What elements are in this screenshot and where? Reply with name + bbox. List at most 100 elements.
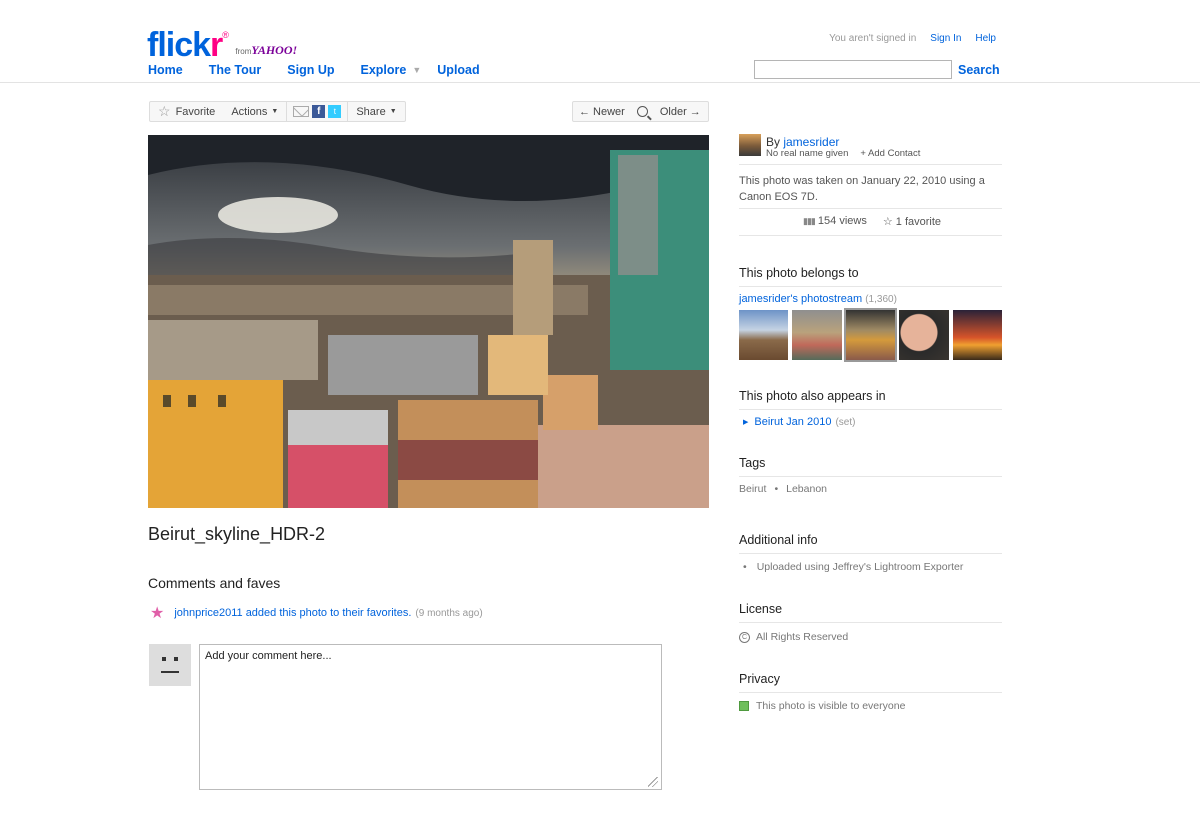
actions-menu-button[interactable]: Actions ▼ xyxy=(223,102,286,121)
additional-info-item: • Uploaded using Jeffrey's Lightroom Exp… xyxy=(739,561,1002,573)
zoom-button[interactable] xyxy=(631,102,654,121)
photo-toolbar: ☆ Favorite Actions ▼ f t Share ▼ xyxy=(149,101,406,122)
favorites-stat: ☆ 1 favorite xyxy=(882,216,942,228)
owner-link[interactable]: jamesrider xyxy=(783,135,839,149)
tags-heading: Tags xyxy=(739,456,766,470)
fave-text-link[interactable]: johnprice2011 added this photo to their … xyxy=(174,607,411,619)
email-icon[interactable] xyxy=(293,106,310,117)
actions-label: Actions xyxy=(231,105,268,118)
bar-chart-icon: ▮▮▮ xyxy=(803,216,816,226)
nav-home[interactable]: Home xyxy=(148,63,183,77)
real-name-note: No real name given xyxy=(766,148,849,159)
divider xyxy=(739,692,1002,693)
twitter-icon[interactable]: t xyxy=(328,105,342,118)
divider xyxy=(739,235,1002,236)
owner-sub: No real name given + Add Contact xyxy=(766,148,920,159)
older-button[interactable]: Older → xyxy=(654,102,707,121)
sign-in-link[interactable]: Sign In xyxy=(930,33,961,44)
divider xyxy=(739,553,1002,554)
privacy-text: This photo is visible to everyone xyxy=(756,700,906,712)
nav-explore[interactable]: Explore xyxy=(361,63,407,77)
photostream-row: jamesrider's photostream (1,360) xyxy=(739,293,1002,305)
license-text[interactable]: All Rights Reserved xyxy=(756,631,848,643)
thumbnail-selected[interactable] xyxy=(843,308,898,362)
search-button[interactable]: Search xyxy=(958,63,1000,77)
photostream-thumbnails xyxy=(739,308,1003,362)
bullet-icon: • xyxy=(743,561,747,573)
fave-timestamp: (9 months ago) xyxy=(415,607,483,619)
additional-info-text: Uploaded using Jeffrey's Lightroom Expor… xyxy=(756,561,964,573)
zoom-icon xyxy=(636,106,648,117)
star-icon: ★ xyxy=(150,605,165,622)
favorite-button[interactable]: ☆ Favorite xyxy=(150,102,223,121)
main-nav: Home The Tour Sign Up Explore ▼ Upload xyxy=(148,63,506,77)
divider xyxy=(739,208,1002,209)
explore-dropdown-icon[interactable]: ▼ xyxy=(412,65,421,75)
main-photo[interactable] xyxy=(148,135,709,508)
triangle-right-icon: ▶ xyxy=(743,419,749,426)
nav-sign-up[interactable]: Sign Up xyxy=(287,63,334,77)
divider xyxy=(739,286,1002,287)
thumbnail[interactable] xyxy=(739,310,789,360)
belongs-heading: This photo belongs to xyxy=(739,266,859,280)
share-menu-button[interactable]: Share ▼ xyxy=(348,102,404,121)
photo-pager: ← Newer Older → xyxy=(572,101,709,122)
fave-activity: ★ johnprice2011 added this photo to thei… xyxy=(150,603,483,623)
nav-upload[interactable]: Upload xyxy=(437,63,479,77)
owner-avatar[interactable] xyxy=(739,134,761,156)
tag-list: Beirut • Lebanon xyxy=(739,483,1002,495)
license-row: C All Rights Reserved xyxy=(739,631,1002,643)
search-input[interactable] xyxy=(754,60,952,79)
photostream-link[interactable]: jamesrider's photostream xyxy=(739,293,862,305)
copyright-icon: C xyxy=(739,631,750,643)
thumbnail[interactable] xyxy=(792,310,842,360)
thumbnail[interactable] xyxy=(899,310,949,360)
privacy-row: This photo is visible to everyone xyxy=(739,700,1002,712)
tag-separator: • xyxy=(774,483,779,495)
set-row: ▶ Beirut Jan 2010 (set) xyxy=(739,416,1002,428)
add-contact-link[interactable]: + Add Contact xyxy=(860,148,920,159)
divider xyxy=(739,476,1002,477)
set-link[interactable]: Beirut Jan 2010 xyxy=(754,416,831,428)
appears-heading: This photo also appears in xyxy=(739,389,886,403)
resize-grip-icon[interactable] xyxy=(648,777,658,787)
tag-item[interactable]: Lebanon xyxy=(786,483,827,495)
set-meta: (set) xyxy=(835,416,856,428)
flickr-logo[interactable]: flickr® fromYAHOO! xyxy=(147,26,298,64)
star-outline-icon: ☆ xyxy=(158,103,171,119)
caret-down-icon: ▼ xyxy=(271,108,279,115)
privacy-heading: Privacy xyxy=(739,672,780,686)
views-stat: ▮▮▮ 154 views xyxy=(803,215,867,227)
facebook-icon[interactable]: f xyxy=(312,105,326,118)
help-link[interactable]: Help xyxy=(975,33,996,44)
signed-status: You aren't signed in xyxy=(829,33,917,44)
logo-from: from xyxy=(235,47,252,56)
share-label: Share xyxy=(356,105,386,118)
owner-byline: By jamesrider xyxy=(766,135,840,149)
tag-item[interactable]: Beirut xyxy=(739,483,766,495)
nav-the-tour[interactable]: The Tour xyxy=(209,63,262,77)
thumbnail[interactable] xyxy=(952,310,1003,360)
account-links: You aren't signed in Sign In Help xyxy=(829,33,996,44)
comments-heading: Comments and faves xyxy=(148,575,281,591)
photo-stats: ▮▮▮ 154 views ☆ 1 favorite xyxy=(739,215,1002,228)
public-privacy-icon xyxy=(739,701,749,711)
taken-info: This photo was taken on January 22, 2010… xyxy=(739,175,985,203)
owner-block: By jamesrider No real name given + Add C… xyxy=(739,134,1002,164)
site-header: flickr® fromYAHOO! Home The Tour Sign Up… xyxy=(0,0,1200,83)
newer-button[interactable]: ← Newer xyxy=(573,102,631,121)
photo-image xyxy=(148,135,709,508)
additional-info-heading: Additional info xyxy=(739,533,818,547)
logo-reg-mark: ® xyxy=(222,30,229,40)
divider xyxy=(739,409,1002,410)
logo-text: flickr xyxy=(147,26,223,64)
caret-down-icon: ▼ xyxy=(389,108,397,115)
buddy-icon-avatar xyxy=(149,644,191,686)
comment-textarea[interactable]: Add your comment here... xyxy=(199,644,662,790)
share-icons: f t xyxy=(286,102,349,121)
yahoo-logo: YAHOO! xyxy=(251,43,298,57)
star-outline-icon: ☆ xyxy=(882,216,893,228)
photostream-count: (1,360) xyxy=(865,294,897,305)
divider xyxy=(739,164,1002,165)
divider xyxy=(739,622,1002,623)
